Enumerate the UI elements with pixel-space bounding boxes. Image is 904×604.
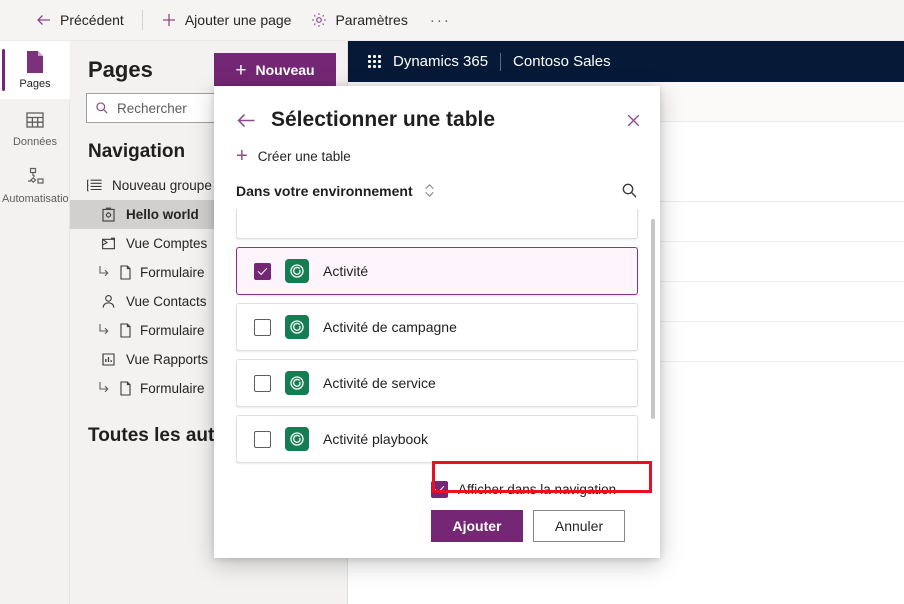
product-name: Dynamics 365: [393, 53, 489, 70]
table-entity-icon: [285, 259, 309, 283]
table-name: Activité de campagne: [323, 319, 457, 335]
form-icon: [117, 380, 134, 397]
plus-icon: [161, 12, 177, 28]
table-checkbox[interactable]: [254, 318, 271, 336]
table-list[interactable]: Activité Activité de campagne Activité d…: [214, 209, 660, 481]
table-entity-icon: [285, 427, 309, 451]
chevron-up-down-icon[interactable]: [423, 182, 436, 199]
table-list-item-partial[interactable]: [236, 209, 638, 239]
dialog-filter-row: Dans votre environnement: [214, 166, 660, 199]
rail-item-automatisation[interactable]: Automatisation: [0, 156, 70, 214]
select-table-dialog: Sélectionner une table + Créer une table…: [214, 86, 660, 558]
view-icon: [100, 235, 117, 252]
form-icon: [117, 322, 134, 339]
table-list-item-activite-playbook[interactable]: Activité playbook: [236, 415, 638, 463]
close-icon[interactable]: [625, 112, 642, 129]
table-list-item-activite-campagne[interactable]: Activité de campagne: [236, 303, 638, 351]
show-in-navigation-checkbox-row[interactable]: Afficher dans la navigation: [236, 481, 638, 498]
nav-label: Vue Rapports: [126, 352, 209, 367]
left-rail: Pages Données Automatisation: [0, 41, 70, 604]
overflow-menu-button[interactable]: ···: [418, 12, 463, 29]
sub-arrow-icon: [97, 264, 111, 281]
sub-arrow-icon: [97, 322, 111, 339]
nav-label: Formulaire: [140, 265, 205, 280]
gear-icon: [311, 12, 327, 28]
settings-label: Paramètres: [335, 12, 408, 28]
plus-icon: +: [236, 145, 248, 167]
dialog-title: Sélectionner une table: [271, 108, 496, 131]
app-name: Contoso Sales: [513, 53, 611, 70]
plus-icon: +: [235, 59, 247, 81]
dialog-footer: Afficher dans la navigation Ajouter Annu…: [214, 481, 660, 558]
table-list-item-activite[interactable]: Activité: [236, 247, 638, 295]
dialog-search-button[interactable]: [621, 182, 638, 199]
flow-icon: [2, 166, 68, 188]
rail-label-pages: Pages: [19, 78, 51, 90]
new-page-button[interactable]: + Nouveau: [214, 53, 336, 87]
show-in-navigation-checkbox[interactable]: [431, 481, 448, 498]
page-icon: [2, 51, 68, 73]
rail-item-pages[interactable]: Pages: [0, 41, 70, 99]
table-checkbox[interactable]: [254, 430, 271, 448]
nav-label: Formulaire: [140, 323, 205, 338]
rail-label-automatisation: Automatisation: [2, 193, 68, 206]
report-icon: [100, 351, 117, 368]
add-page-button[interactable]: Ajouter une page: [151, 0, 302, 41]
group-icon: [86, 177, 103, 194]
app-bar-divider: [500, 52, 502, 71]
nav-label: Vue Contacts: [126, 294, 207, 309]
table-name: Activité playbook: [323, 431, 429, 447]
table-list-item-activite-service[interactable]: Activité de service: [236, 359, 638, 407]
search-placeholder: Rechercher: [117, 100, 187, 116]
nav-label: Nouveau groupe: [112, 178, 212, 193]
nav-label: Hello world: [126, 207, 199, 222]
back-button-label: Précédent: [60, 12, 124, 28]
settings-button[interactable]: Paramètres: [301, 0, 417, 41]
dashboard-icon: [100, 206, 117, 223]
dialog-back-button[interactable]: [236, 110, 257, 131]
dialog-button-row: Ajouter Annuler: [236, 510, 638, 542]
table-entity-icon: [285, 315, 309, 339]
table-checkbox[interactable]: [254, 262, 271, 280]
table-name: Activité de service: [323, 375, 436, 391]
new-page-button-label: Nouveau: [255, 62, 315, 78]
table-name: Activité: [323, 263, 369, 279]
toolbar-divider: [141, 10, 143, 30]
top-command-bar: Précédent Ajouter une page Paramètres ··…: [0, 0, 904, 41]
show-in-navigation-label: Afficher dans la navigation: [458, 482, 617, 497]
back-button[interactable]: Précédent: [26, 0, 134, 41]
sub-arrow-icon: [97, 380, 111, 397]
arrow-left-icon: [36, 12, 52, 28]
rail-item-donnees[interactable]: Données: [0, 99, 70, 157]
create-table-label: Créer une table: [257, 148, 351, 164]
dialog-scrollbar[interactable]: [651, 219, 655, 419]
table-icon: [2, 109, 68, 131]
cancel-button[interactable]: Annuler: [533, 510, 625, 542]
nav-label: Formulaire: [140, 381, 205, 396]
dynamics-app-bar: Dynamics 365 Contoso Sales: [348, 41, 904, 82]
environment-filter-label: Dans votre environnement: [236, 182, 413, 199]
waffle-icon[interactable]: [368, 55, 381, 68]
dialog-header: Sélectionner une table: [214, 86, 660, 132]
nav-label: Vue Comptes: [126, 236, 208, 251]
add-page-label: Ajouter une page: [184, 12, 292, 28]
table-entity-icon: [285, 371, 309, 395]
table-checkbox[interactable]: [254, 374, 271, 392]
add-button[interactable]: Ajouter: [431, 510, 523, 542]
rail-label-donnees: Données: [12, 135, 58, 148]
contact-icon: [100, 293, 117, 310]
search-icon: [96, 102, 108, 114]
create-table-button[interactable]: + Créer une table: [214, 132, 660, 166]
form-icon: [117, 264, 134, 281]
